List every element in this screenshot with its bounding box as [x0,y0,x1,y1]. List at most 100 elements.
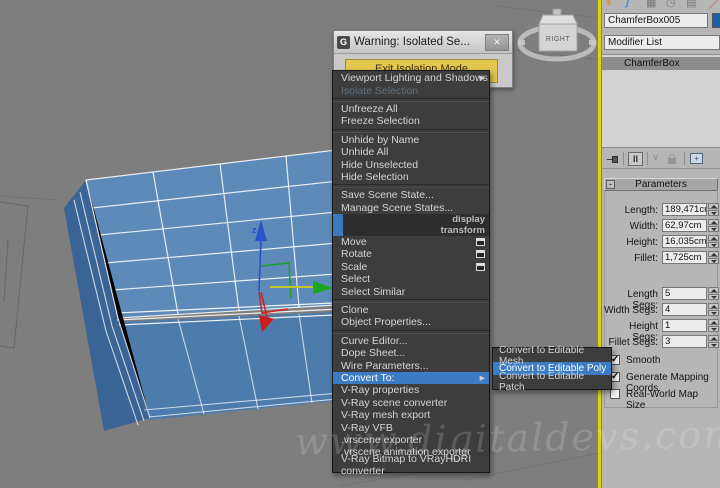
quad-header-marker [333,224,343,236]
pin-stack-icon[interactable] [607,156,619,163]
utilities-tab-icon[interactable]: ／ [708,0,719,10]
length-spinner[interactable] [708,203,719,216]
make-unique-icon[interactable]: ∨ [652,152,659,163]
height-field[interactable]: 16,035cm [662,235,707,248]
modifier-stack[interactable]: ChamferBox [602,54,720,148]
param-row-length-segs: Length Segs: 5 [602,287,720,311]
menu-separator [333,184,489,189]
menu-item-isolate-selection: Isolate Selection [341,84,419,97]
menu-item-clone[interactable]: Clone [333,304,489,316]
menu-item-select-similar[interactable]: Select Similar [333,285,489,298]
menu-item-vray-properties[interactable]: V-Ray properties [333,384,489,396]
quad-header-transform[interactable]: transform [333,224,489,236]
settings-box-icon[interactable] [476,237,485,246]
menu-item-dope-sheet[interactable]: Dope Sheet... [333,347,489,359]
viewcube-top-face[interactable] [538,14,578,25]
width-segs-field[interactable]: 4 [662,303,707,316]
param-row-width-segs: Width Segs: 4 [602,303,720,317]
toolbar-divider [684,152,685,165]
menu-item-hide-selection[interactable]: Hide Selection [333,171,489,183]
dialog-close-button[interactable]: ✕ [485,33,509,51]
settings-box-icon[interactable] [476,250,485,259]
menu-item-freeze-selection[interactable]: Freeze Selection [333,115,489,127]
menu-item-scale[interactable]: Scale [333,261,489,273]
param-row-length: Length: 189,471cm [602,203,720,217]
menu-item-move[interactable]: Move [333,236,489,248]
height-segs-spinner[interactable] [708,319,719,332]
menu-item-wire-parameters[interactable]: Wire Parameters... [333,359,489,372]
menu-item-curve-editor[interactable]: Curve Editor... [333,335,489,347]
real-world-map-size-checkbox[interactable] [610,389,620,399]
submenu-item-editable-mesh[interactable]: Convert to Editable Mesh [493,345,611,367]
checkbox-row-smooth: ✓ Smooth [610,354,661,366]
modifier-stack-toolbar: II ∨ + [602,150,720,169]
modifier-stack-item-chamferbox[interactable]: ChamferBox [602,57,720,70]
command-panel-tabs[interactable]: ✳ ʃ ▦ ◷ ▤ ／ [602,0,720,10]
height-spinner[interactable] [708,235,719,248]
display-tab-icon[interactable]: ▤ [686,0,696,9]
object-color-swatch[interactable] [712,13,720,28]
menu-item-rotate[interactable]: Rotate [333,248,489,260]
show-end-result-button[interactable]: II [628,152,643,166]
fillet-spinner[interactable] [708,251,719,264]
modifier-list-dropdown[interactable]: Modifier List [604,35,720,50]
menu-item-select[interactable]: Select [333,273,489,285]
menu-separator [333,329,489,334]
dialog-title: Warning: Isolated Se... [354,36,470,48]
context-menu: Viewport Lighting and Shadows ▶ Isolate … [332,70,490,477]
menu-item-vray-mesh-export[interactable]: V-Ray mesh export [333,409,489,421]
fillet-segs-spinner[interactable] [708,335,719,348]
menu-item-save-scene-state[interactable]: Save Scene State... [333,189,489,201]
length-field[interactable]: 189,471cm [662,203,707,216]
settings-box-icon[interactable] [476,262,485,271]
menu-item-convert-to[interactable]: Convert To: ▶ [333,371,489,385]
param-row-height-segs: Height Segs: 1 [602,319,720,343]
param-row-width: Width: 62,97cm [602,219,720,233]
quad-header-marker [333,213,343,225]
length-segs-spinner[interactable] [708,287,719,300]
length-segs-field[interactable]: 5 [662,287,707,300]
menu-separator [333,128,489,133]
motion-tab-icon[interactable]: ◷ [666,0,676,9]
menu-item-unhide-all[interactable]: Unhide All [333,146,489,158]
menu-item-unhide-by-name[interactable]: Unhide by Name [333,134,489,146]
check-icon: ✓ [611,354,620,365]
menu-separator [333,298,489,303]
submenu-arrow-icon: ▶ [479,75,485,82]
configure-modifier-sets-icon[interactable]: + [690,153,703,164]
height-segs-field[interactable]: 1 [662,319,707,332]
menu-item-object-properties[interactable]: Object Properties... [333,316,489,328]
3dsmax-window: z RIGHT G Warning: Isolated Se... ✕ Exit… [0,0,720,488]
active-viewport-border [598,0,601,488]
gizmo-z-axis-label: z [252,225,257,235]
menu-item-hide-unselected[interactable]: Hide Unselected [333,158,489,171]
remove-modifier-lock-icon[interactable] [668,154,676,164]
menu-item-vray-vfb[interactable]: V-Ray VFB [333,421,489,434]
hierarchy-tab-icon[interactable]: ▦ [646,0,656,9]
max-logo-icon: G [337,35,350,49]
toolbar-divider [623,152,624,165]
width-spinner[interactable] [708,219,719,232]
quad-header-display[interactable]: display [333,213,489,225]
background-object-wireframe [0,201,29,349]
menu-item-vrscene-exporter[interactable]: .vrscene exporter [333,434,489,446]
viewcube-face-label: RIGHT [546,36,571,43]
width-segs-spinner[interactable] [708,303,719,316]
submenu-arrow-icon: ▶ [479,374,485,382]
submenu-item-editable-patch[interactable]: Convert to Editable Patch [493,371,611,393]
create-tab-icon[interactable]: ✳ [604,0,613,9]
menu-item-manage-scene-states[interactable]: Manage Scene States... [333,202,489,214]
rollout-collapse-icon[interactable]: - [606,180,615,189]
menu-item-vray-bitmap-converter[interactable]: V-Ray Bitmap to VRayHDRI converter [333,453,489,477]
menu-item-viewport-lighting[interactable]: Viewport Lighting and Shadows ▶ [333,72,489,84]
object-name-field[interactable]: ChamferBox005 [604,13,708,28]
dialog-titlebar[interactable]: G Warning: Isolated Se... ✕ [334,31,512,54]
fillet-segs-field[interactable]: 3 [662,335,707,348]
menu-item-vray-scene-converter[interactable]: V-Ray scene converter [333,397,489,409]
menu-item-unfreeze-all[interactable]: Unfreeze All [333,103,489,115]
param-row-fillet-segs: Fillet Segs: 3 [602,335,720,349]
width-field[interactable]: 62,97cm [662,219,707,232]
fillet-field[interactable]: 1,725cm [662,251,707,264]
param-row-height: Height: 16,035cm [602,235,720,249]
modify-tab-icon[interactable]: ʃ [626,0,630,8]
